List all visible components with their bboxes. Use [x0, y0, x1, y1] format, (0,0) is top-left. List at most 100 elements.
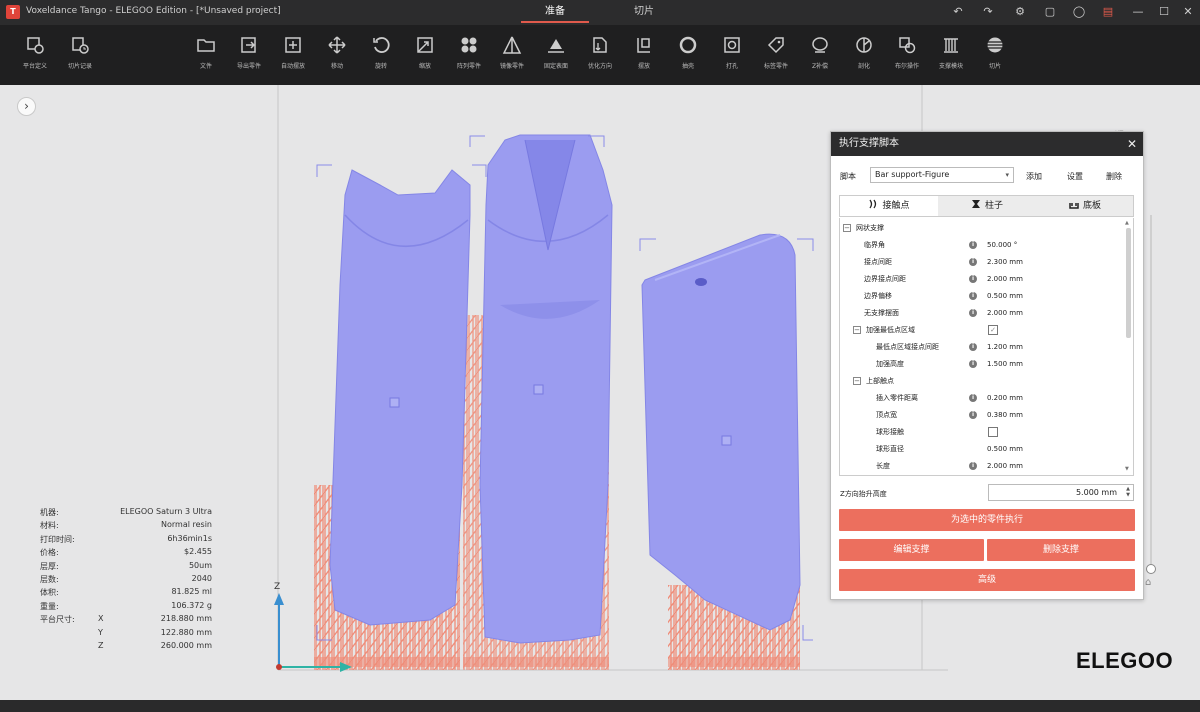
info-icon[interactable]: i — [969, 360, 977, 368]
undo-icon[interactable]: ↶ — [950, 4, 966, 20]
layer-slider[interactable] — [1146, 215, 1156, 574]
maximize-icon[interactable]: ☐ — [1156, 4, 1172, 20]
tool-split[interactable]: 剖化 — [844, 35, 884, 79]
tool-boolean[interactable]: 布尔操作 — [887, 35, 927, 79]
scroll-up-icon[interactable]: ▲ — [1125, 220, 1129, 226]
tool-extract[interactable]: 摆放 — [624, 35, 664, 79]
tool-label-part[interactable]: 标签零件 — [756, 35, 796, 79]
tree-group[interactable]: − 网状支撑 — [840, 220, 1125, 236]
param-value[interactable]: 0.500 mm — [987, 288, 1023, 304]
ball-contact-checkbox[interactable] — [988, 427, 998, 437]
param-value[interactable]: 1.500 mm — [987, 356, 1023, 372]
spinner-icon[interactable]: ▲ ▼ — [1126, 486, 1130, 498]
expand-panel-button[interactable]: › — [17, 97, 36, 116]
add-script-button[interactable]: 添加 — [1026, 171, 1042, 182]
param-value[interactable]: 2.300 mm — [987, 254, 1023, 270]
tab-pillars[interactable]: 柱子 — [938, 196, 1036, 216]
feedback-icon[interactable]: ▤ — [1100, 4, 1116, 20]
part-2-handle[interactable] — [533, 384, 544, 395]
tree-param[interactable]: 加强高度 i 1.500 mm — [840, 356, 1125, 372]
execute-selected-button[interactable]: 为选中的零件执行 — [839, 509, 1135, 531]
tool-move[interactable]: 移动 — [317, 35, 357, 79]
tree-param[interactable]: 球形直径 0.500 mm — [840, 441, 1125, 457]
tree-param[interactable]: 接点间距 i 2.300 mm — [840, 254, 1125, 270]
tool-punch[interactable]: 打孔 — [712, 35, 752, 79]
tool-slice[interactable]: 切片 — [975, 35, 1015, 79]
message-icon[interactable]: ▢ — [1042, 4, 1058, 20]
tree-group[interactable]: − 加强最低点区域 ✓ — [840, 322, 1125, 338]
reinforce-checkbox[interactable]: ✓ — [988, 325, 998, 335]
tree-param[interactable]: 无支撑摆面 i 2.000 mm — [840, 305, 1125, 321]
tree-param[interactable]: 边界接点间距 i 2.000 mm — [840, 271, 1125, 287]
tool-mirror-part[interactable]: 镜像零件 — [492, 35, 532, 79]
param-value[interactable]: 1.200 mm — [987, 339, 1023, 355]
tool-rotate[interactable]: 旋转 — [361, 35, 401, 79]
remove-support-button[interactable]: 删除支撑 — [987, 539, 1135, 561]
tool-optimize-direction[interactable]: 优化方向 — [580, 35, 620, 79]
settings-gear-icon[interactable]: ⚙ — [1012, 4, 1028, 20]
info-icon[interactable]: i — [969, 343, 977, 351]
home-icon[interactable]: ⌂ — [1145, 577, 1157, 589]
close-icon[interactable]: ✕ — [1127, 132, 1137, 156]
tool-slice-record[interactable]: 切片记录 — [60, 35, 100, 79]
info-icon[interactable]: i — [969, 309, 977, 317]
tree-param[interactable]: 顶点宽 i 0.380 mm — [840, 407, 1125, 423]
tool-support-module[interactable]: 支撑模块 — [931, 35, 971, 79]
tree-scrollbar[interactable]: ▲ ▼ — [1125, 220, 1132, 472]
tool-auto-layout[interactable]: 自动摆放 — [273, 35, 313, 79]
tree-param[interactable]: 最低点区域接点间距 i 1.200 mm — [840, 339, 1125, 355]
info-icon[interactable]: i — [969, 292, 977, 300]
model-part-1[interactable] — [329, 169, 471, 626]
part-1-handle[interactable] — [389, 397, 400, 408]
info-icon[interactable]: i — [969, 462, 977, 470]
scroll-down-icon[interactable]: ▼ — [1125, 466, 1129, 472]
collapse-icon[interactable]: − — [843, 224, 851, 232]
part-3-handle[interactable] — [721, 435, 732, 446]
minimize-icon[interactable]: — — [1130, 4, 1146, 20]
info-icon[interactable]: i — [969, 241, 977, 249]
z-lift-input[interactable]: 5.000 mm ▲ ▼ — [988, 484, 1134, 501]
tree-param[interactable]: 插入零件距离 i 0.200 mm — [840, 390, 1125, 406]
param-value[interactable]: 0.380 mm — [987, 407, 1023, 423]
advanced-button[interactable]: 高级 — [839, 569, 1135, 591]
tab-slice[interactable]: 切片 — [610, 0, 678, 23]
tree-param[interactable]: 边界偏移 i 0.500 mm — [840, 288, 1125, 304]
redo-icon[interactable]: ↷ — [980, 4, 996, 20]
tree-param[interactable]: 球形接触 — [840, 424, 1125, 440]
param-value[interactable]: 2.000 mm — [987, 305, 1023, 321]
tab-contact-points[interactable]: 接触点 — [840, 196, 938, 216]
tool-array-parts[interactable]: 阵列零件 — [449, 35, 489, 79]
slider-knob[interactable] — [1146, 564, 1156, 574]
tree-group[interactable]: − 上部触点 — [840, 373, 1125, 389]
close-window-icon[interactable]: ✕ — [1180, 4, 1196, 20]
info-icon[interactable]: i — [969, 275, 977, 283]
param-value[interactable]: 2.000 mm — [987, 458, 1023, 474]
tool-scale[interactable]: 缩放 — [405, 35, 445, 79]
tool-hollow[interactable]: 抽壳 — [668, 35, 708, 79]
param-value[interactable]: 50.000 ° — [987, 237, 1017, 253]
tab-base-plate[interactable]: 底板 — [1036, 196, 1134, 216]
script-select[interactable]: Bar support-Figure ▾ — [870, 167, 1014, 183]
tab-prepare[interactable]: 准备 — [521, 0, 589, 23]
collapse-icon[interactable]: − — [853, 326, 861, 334]
edit-support-button[interactable]: 编辑支撑 — [839, 539, 984, 561]
param-value[interactable]: 2.000 mm — [987, 271, 1023, 287]
info-icon[interactable]: i — [969, 411, 977, 419]
tool-fixed-surface[interactable]: 固定表面 — [536, 35, 576, 79]
tree-param[interactable]: 长度 i 2.000 mm — [840, 458, 1125, 474]
model-part-3[interactable] — [641, 233, 801, 631]
script-settings-button[interactable]: 设置 — [1067, 171, 1083, 182]
tree-param[interactable]: 临界角 i 50.000 ° — [840, 237, 1125, 253]
info-icon[interactable]: i — [969, 394, 977, 402]
tool-export-part[interactable]: 导出零件 — [229, 35, 269, 79]
delete-script-button[interactable]: 删除 — [1106, 171, 1122, 182]
scroll-thumb[interactable] — [1126, 228, 1131, 338]
param-value[interactable]: 0.500 mm — [987, 441, 1023, 457]
info-icon[interactable]: i — [969, 258, 977, 266]
param-value[interactable]: 0.200 mm — [987, 390, 1023, 406]
account-icon[interactable]: ◯ — [1071, 4, 1087, 20]
tool-file[interactable]: 文件 — [186, 35, 226, 79]
tool-z-compensate[interactable]: Z补偿 — [800, 35, 840, 79]
tool-platform-define[interactable]: 平台定义 — [15, 35, 55, 79]
collapse-icon[interactable]: − — [853, 377, 861, 385]
